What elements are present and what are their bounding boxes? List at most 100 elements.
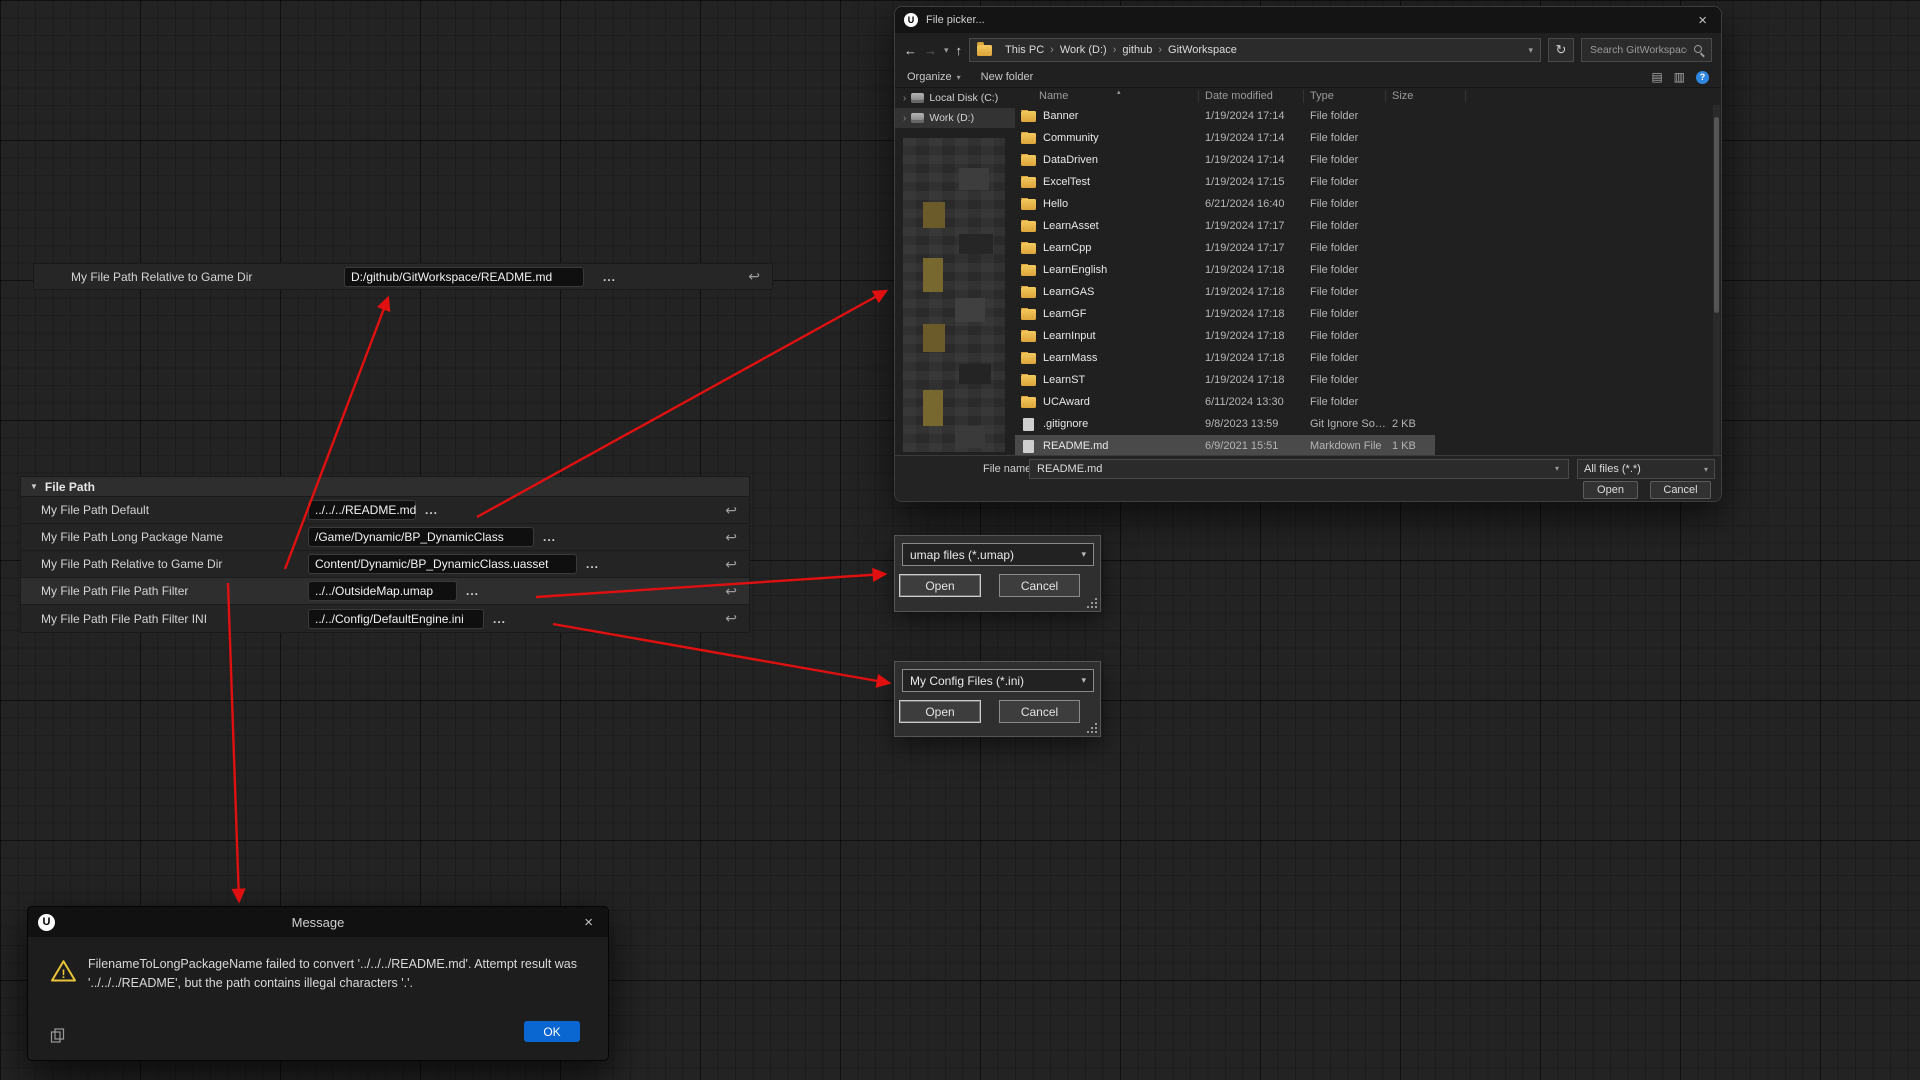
back-icon[interactable]: ← <box>904 43 917 58</box>
title-bar[interactable]: U Message × <box>28 907 608 937</box>
organize-button[interactable]: Organize ▾ <box>907 71 961 83</box>
chevron-down-icon: ▾ <box>957 73 961 82</box>
reset-to-default-icon[interactable]: ↩ <box>748 268 760 285</box>
property-label: My File Path Default <box>21 503 308 517</box>
file-path-value[interactable]: Content/Dynamic/BP_DynamicClass.uasset <box>308 554 577 574</box>
file-row-selected[interactable]: README.md 6/9/2021 15:51 Markdown File 1… <box>1015 435 1721 457</box>
file-row[interactable]: DataDriven 1/19/2024 17:14 File folder <box>1015 149 1721 171</box>
browse-ellipsis-button[interactable]: ... <box>586 557 599 571</box>
scrollbar[interactable] <box>1713 105 1720 457</box>
reset-to-default-icon[interactable]: ↩ <box>725 502 737 519</box>
file-type: File folder <box>1304 154 1386 166</box>
history-chevron-down-icon[interactable]: ▾ <box>944 45 949 56</box>
cancel-button[interactable]: Cancel <box>1650 481 1711 499</box>
breadcrumb-work-d[interactable]: Work (D:) <box>1060 44 1107 56</box>
file-row[interactable]: Hello 6/21/2024 16:40 File folder <box>1015 193 1721 215</box>
browse-ellipsis-button[interactable]: ... <box>543 530 556 544</box>
file-type: Markdown File <box>1304 440 1386 452</box>
file-row[interactable]: UCAward 6/11/2024 13:30 File folder <box>1015 391 1721 413</box>
browse-ellipsis-button[interactable]: ... <box>493 612 506 626</box>
file-row[interactable]: LearnInput 1/19/2024 17:18 File folder <box>1015 325 1721 347</box>
reset-to-default-icon[interactable]: ↩ <box>725 583 737 600</box>
dialog-title: File picker... <box>926 14 1685 26</box>
close-icon[interactable]: × <box>1693 11 1712 30</box>
file-path-value[interactable]: ../../Config/DefaultEngine.ini <box>308 609 484 629</box>
file-type: File folder <box>1304 132 1386 144</box>
resize-grip[interactable] <box>1087 598 1098 609</box>
file-filter-select[interactable]: umap files (*.umap) ▾ <box>902 543 1094 566</box>
change-view-icon[interactable]: ▤ <box>1651 70 1662 84</box>
file-row[interactable]: LearnST 1/19/2024 17:18 File folder <box>1015 369 1721 391</box>
resize-grip[interactable] <box>1087 723 1098 734</box>
address-chevron-down-icon[interactable]: ▾ <box>1528 45 1533 56</box>
file-path-value[interactable]: ../../../README.md <box>308 500 416 520</box>
reset-to-default-icon[interactable]: ↩ <box>725 556 737 573</box>
column-header-date-modified[interactable]: Date modified <box>1199 90 1304 103</box>
breadcrumb-this-pc[interactable]: This PC <box>1005 44 1044 56</box>
search-input[interactable] <box>1588 43 1689 57</box>
open-button[interactable]: Open <box>1583 481 1638 499</box>
close-icon[interactable]: × <box>579 913 598 932</box>
unreal-logo-icon: U <box>904 13 918 27</box>
folder-icon <box>1021 287 1036 298</box>
filename-chevron-down-icon[interactable]: ▾ <box>1555 464 1559 473</box>
browse-ellipsis-button[interactable]: ... <box>603 270 616 284</box>
file-row[interactable]: LearnGAS 1/19/2024 17:18 File folder <box>1015 281 1721 303</box>
new-folder-button[interactable]: New folder <box>981 71 1034 83</box>
file-filter-select[interactable]: My Config Files (*.ini) ▾ <box>902 669 1094 692</box>
file-row[interactable]: LearnMass 1/19/2024 17:18 File folder <box>1015 347 1721 369</box>
file-size: 2 KB <box>1386 418 1466 430</box>
refresh-button[interactable]: ↻ <box>1548 38 1574 62</box>
sidebar-item-local-disk-c[interactable]: › Local Disk (C:) <box>895 88 1015 108</box>
breadcrumb-gitworkspace[interactable]: GitWorkspace <box>1168 44 1237 56</box>
file-date: 1/19/2024 17:15 <box>1199 176 1304 188</box>
reset-to-default-icon[interactable]: ↩ <box>725 529 737 546</box>
open-button[interactable]: Open <box>899 574 981 597</box>
file-type: Git Ignore Source ... <box>1304 418 1386 430</box>
help-icon[interactable]: ? <box>1696 71 1709 84</box>
ok-button[interactable]: OK <box>524 1021 580 1042</box>
browse-ellipsis-button[interactable]: ... <box>425 503 438 517</box>
property-row-relative-game-dir-top: My File Path Relative to Game Dir D:/git… <box>33 263 773 290</box>
file-path-text: ../../OutsideMap.umap <box>315 584 433 598</box>
reset-to-default-icon[interactable]: ↩ <box>725 610 737 627</box>
filename-label: File name: <box>983 463 1034 475</box>
cancel-button[interactable]: Cancel <box>999 574 1080 597</box>
browse-ellipsis-button[interactable]: ... <box>466 584 479 598</box>
up-icon[interactable]: ↑ <box>956 43 963 58</box>
file-path-value[interactable]: /Game/Dynamic/BP_DynamicClass <box>308 527 534 547</box>
filename-input[interactable] <box>1029 459 1569 479</box>
column-header-size[interactable]: Size <box>1386 90 1466 103</box>
open-button[interactable]: Open <box>899 700 981 723</box>
column-header-type[interactable]: Type <box>1304 90 1386 103</box>
breadcrumb[interactable]: This PC › Work (D:) › github › GitWorksp… <box>969 38 1541 62</box>
column-header-name[interactable]: Name <box>1015 90 1199 103</box>
file-path-value[interactable]: D:/github/GitWorkspace/README.md <box>344 267 584 287</box>
copy-to-clipboard-icon[interactable] <box>50 1028 65 1048</box>
warning-icon: ! <box>50 959 77 988</box>
folder-icon <box>1021 243 1036 254</box>
file-row[interactable]: LearnCpp 1/19/2024 17:17 File folder <box>1015 237 1721 259</box>
forward-icon[interactable]: → <box>924 43 937 58</box>
file-row[interactable]: LearnEnglish 1/19/2024 17:18 File folder <box>1015 259 1721 281</box>
file-row[interactable]: ExcelTest 1/19/2024 17:15 File folder <box>1015 171 1721 193</box>
file-row[interactable]: Community 1/19/2024 17:14 File folder <box>1015 127 1721 149</box>
file-row[interactable]: LearnAsset 1/19/2024 17:17 File folder <box>1015 215 1721 237</box>
section-header-file-path[interactable]: ▼ File Path <box>20 476 750 497</box>
file-row[interactable]: LearnGF 1/19/2024 17:18 File folder <box>1015 303 1721 325</box>
file-name: LearnInput <box>1043 330 1096 342</box>
breadcrumb-github[interactable]: github <box>1122 44 1152 56</box>
cancel-button[interactable]: Cancel <box>999 700 1080 723</box>
collapse-triangle-icon: ▼ <box>30 482 38 491</box>
file-path-value[interactable]: ../../OutsideMap.umap <box>308 581 457 601</box>
file-type: File folder <box>1304 220 1386 232</box>
preview-pane-icon[interactable]: ▥ <box>1674 70 1685 84</box>
title-bar[interactable]: U File picker... × <box>895 7 1721 33</box>
file-row[interactable]: Banner 1/19/2024 17:14 File folder <box>1015 105 1721 127</box>
folder-icon <box>1021 221 1036 232</box>
sidebar-item-work-d[interactable]: › Work (D:) <box>895 108 1015 128</box>
tree-expand-icon: › <box>903 93 906 104</box>
file-row[interactable]: .gitignore 9/8/2023 13:59 Git Ignore Sou… <box>1015 413 1721 435</box>
scrollbar-thumb[interactable] <box>1714 117 1719 313</box>
filetype-select[interactable]: All files (*.*) ▾ <box>1577 459 1715 479</box>
